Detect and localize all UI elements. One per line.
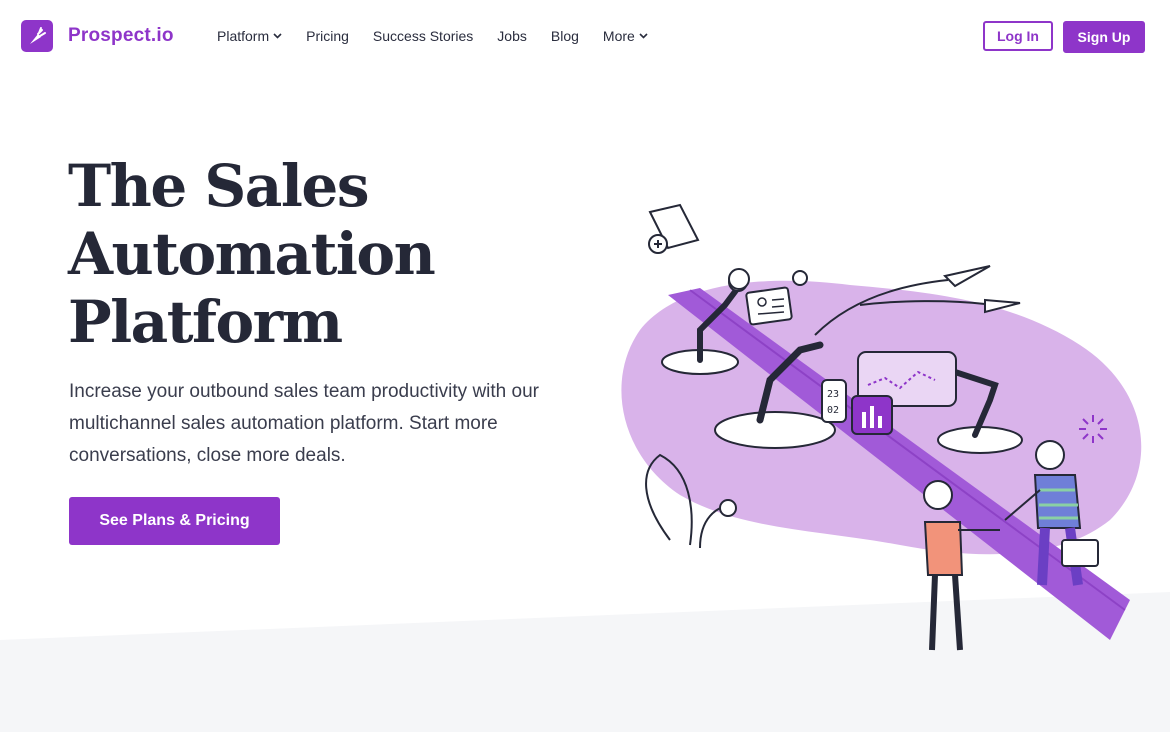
calendar-month: 02: [827, 405, 839, 416]
hero-title: The Sales Automation Platform: [68, 152, 548, 356]
nav-item-jobs[interactable]: Jobs: [497, 28, 527, 44]
hero-subtitle: Increase your outbound sales team produc…: [69, 381, 539, 466]
signup-button[interactable]: Sign Up: [1063, 21, 1145, 53]
chevron-down-icon: [639, 33, 648, 39]
hero-title-line: Platform: [68, 288, 343, 356]
logo-link[interactable]: Prospect.io: [21, 20, 174, 52]
nav-item-blog[interactable]: Blog: [551, 28, 579, 44]
calendar-day: 23: [827, 389, 839, 400]
nav-item-label: More: [602, 28, 635, 44]
nav-item-more[interactable]: More: [603, 28, 648, 44]
carrot-rocket-icon: [21, 20, 53, 52]
hero-title-line: The Sales: [68, 152, 369, 220]
briefcase-icon: [1061, 539, 1099, 567]
paper-plane-icon: [943, 265, 991, 288]
magnifier-icon: [728, 268, 750, 290]
login-button[interactable]: Log In: [983, 21, 1053, 51]
chevron-down-icon: [273, 33, 282, 39]
profile-card: [745, 286, 793, 326]
platform: [714, 411, 836, 449]
nav-item-label: Jobs: [497, 28, 527, 44]
check-icon: [792, 270, 808, 286]
main-nav: Platform Pricing Success Stories Jobs Bl…: [217, 28, 672, 44]
nav-item-label: Blog: [550, 28, 579, 44]
see-plans-pricing-button[interactable]: See Plans & Pricing: [69, 497, 280, 545]
nav-item-label: Success Stories: [372, 28, 474, 44]
hero-title-line: Automation: [68, 220, 436, 288]
site-header: Prospect.io Platform Pricing Success Sto…: [0, 0, 1170, 74]
nav-item-pricing[interactable]: Pricing: [306, 28, 349, 44]
brand-name: Prospect.io: [68, 25, 174, 46]
sales-automation-illustration: 23 02: [621, 203, 1142, 651]
nav-item-label: Platform: [217, 28, 270, 44]
nav-item-success-stories[interactable]: Success Stories: [373, 28, 473, 44]
nav-item-label: Pricing: [306, 28, 349, 44]
nav-item-platform[interactable]: Platform: [217, 28, 282, 44]
